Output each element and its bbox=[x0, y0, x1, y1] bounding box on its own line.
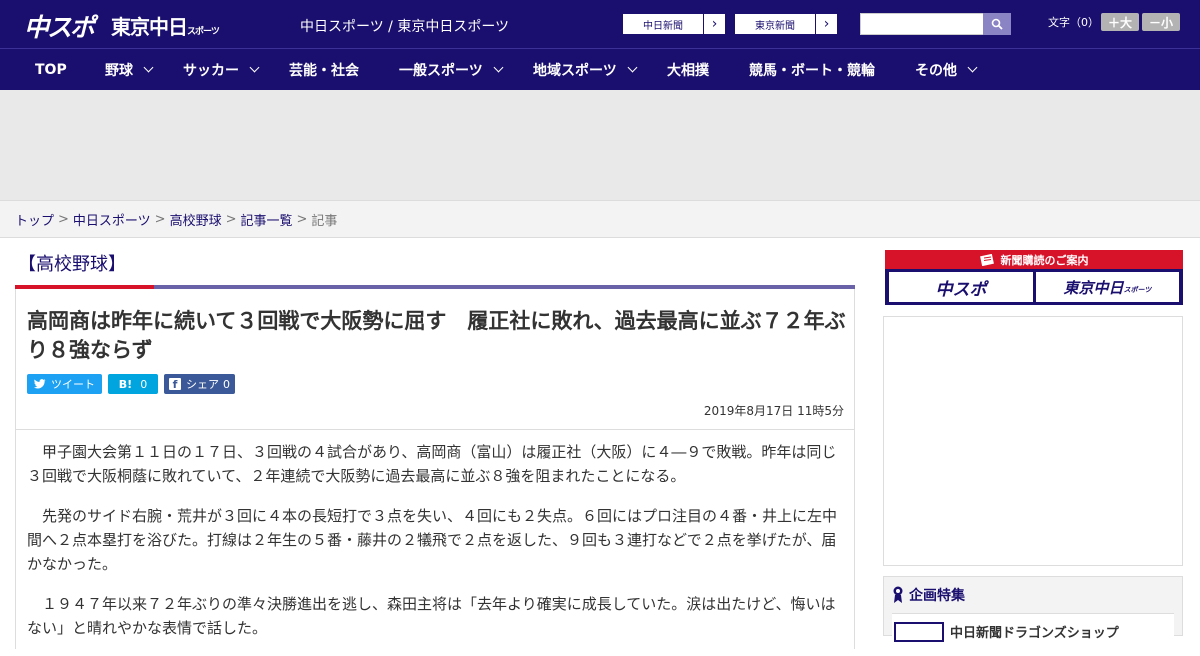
breadcrumb-high-school-baseball[interactable]: 高校野球 bbox=[170, 210, 222, 229]
feature-section-title-text: 企画特集 bbox=[909, 588, 965, 604]
feature-section-title: 企画特集 bbox=[892, 585, 965, 605]
subscribe-tokyo-chunichi-small: スポーツ bbox=[1123, 286, 1152, 294]
hatena-bookmark-button[interactable]: B! 0 bbox=[108, 374, 158, 394]
nav-general-sports[interactable]: 一般スポーツ bbox=[399, 49, 504, 90]
tweet-button[interactable]: ツイート bbox=[27, 374, 102, 394]
facebook-share-button[interactable]: f シェア 0 bbox=[164, 374, 235, 394]
article-paragraph: 甲子園大会第１１日の１７日、３回戦の４試合があり、高岡商（富山）は履正社（大阪）… bbox=[27, 443, 837, 485]
tokyo-shimbun-label: 東京新聞 bbox=[755, 20, 795, 32]
chevron-down-icon bbox=[493, 62, 504, 73]
hatena-count: 0 bbox=[140, 377, 148, 391]
facebook-icon: f bbox=[169, 378, 181, 391]
search-input[interactable] bbox=[860, 13, 984, 35]
chevron-down-icon bbox=[967, 62, 978, 73]
nav-soccer[interactable]: サッカー bbox=[183, 49, 260, 90]
chevron-down-icon bbox=[249, 62, 260, 73]
breadcrumb-current: 記事 bbox=[311, 213, 338, 229]
search-icon bbox=[991, 18, 1003, 30]
subscribe-chuspo-button[interactable]: 中スポ bbox=[889, 272, 1033, 302]
subscription-promo-title: 新聞購読のご案内 bbox=[1000, 253, 1089, 267]
ad-banner-top bbox=[0, 90, 1200, 200]
tokyo-chunichi-logo-text: 東京中日 bbox=[111, 15, 188, 39]
article-category: 【高校野球】 bbox=[18, 254, 126, 275]
site-title: 中日スポーツ / 東京中日スポーツ bbox=[300, 19, 510, 35]
nav-label: その他 bbox=[915, 62, 957, 79]
feature-thumbnail bbox=[894, 622, 944, 642]
chevron-right-icon: › bbox=[703, 14, 725, 34]
font-size-label: 文字（0） bbox=[1048, 16, 1099, 29]
font-larger-button[interactable]: ＋大 bbox=[1101, 13, 1139, 31]
breadcrumb-separator: > bbox=[154, 211, 166, 227]
nav-top[interactable]: TOP bbox=[35, 49, 67, 90]
subscribe-tokyo-chunichi-button[interactable]: 東京中日 スポーツ bbox=[1036, 272, 1179, 302]
breadcrumb-separator: > bbox=[296, 211, 308, 227]
nav-baseball[interactable]: 野球 bbox=[105, 49, 154, 90]
article-paragraph: 先発のサイド右腕・荒井が３回に４本の長短打で３点を失い、４回にも２失点。６回には… bbox=[27, 507, 838, 573]
breadcrumb-separator: > bbox=[225, 211, 237, 227]
nav-racing[interactable]: 競馬・ボート・競輪 bbox=[749, 49, 875, 90]
feature-item-title: 中日新聞ドラゴンズショップ bbox=[950, 626, 1119, 641]
article-date: 2019年8月17日 11時5分 bbox=[703, 404, 844, 418]
newspaper-icon bbox=[979, 253, 994, 266]
subscribe-tokyo-chunichi-label: 東京中日 bbox=[1063, 278, 1124, 297]
tokyo-chunichi-logo[interactable]: 東京中日スポーツ bbox=[111, 11, 220, 40]
article-headline: 高岡商は昨年に続いて３回戦で大阪勢に屈す 履正社に敗れ、過去最高に並ぶ７２年ぶり… bbox=[27, 309, 846, 362]
nav-label: 芸能・社会 bbox=[289, 62, 359, 79]
nav-label: 野球 bbox=[105, 62, 133, 79]
chevron-down-icon bbox=[627, 62, 638, 73]
chunichi-shimbun-link[interactable]: 中日新聞 › bbox=[622, 13, 726, 35]
feature-section: 企画特集 中日新聞ドラゴンズショップ bbox=[883, 576, 1183, 643]
nav-label: 競馬・ボート・競輪 bbox=[749, 62, 875, 79]
nav-entertainment[interactable]: 芸能・社会 bbox=[289, 49, 359, 90]
chevron-right-icon: › bbox=[815, 14, 837, 34]
tokyo-chunichi-logo-small: スポーツ bbox=[187, 27, 220, 37]
breadcrumb-article-list[interactable]: 記事一覧 bbox=[241, 210, 293, 229]
nav-other[interactable]: その他 bbox=[915, 49, 978, 90]
article-body: 甲子園大会第１１日の１７日、３回戦の４試合があり、高岡商（富山）は履正社（大阪）… bbox=[27, 440, 845, 656]
tokyo-shimbun-link[interactable]: 東京新聞 › bbox=[734, 13, 838, 35]
ribbon-icon bbox=[893, 586, 903, 603]
hatena-icon: B! bbox=[118, 377, 133, 391]
facebook-share-label: シェア bbox=[186, 378, 219, 391]
nav-label: サッカー bbox=[183, 62, 239, 79]
article-paragraph: １９４７年以来７２年ぶりの準々決勝進出を逃し、森田主将は「去年より確実に成長して… bbox=[27, 595, 836, 637]
feature-item[interactable]: 中日新聞ドラゴンズショップ bbox=[892, 613, 1174, 643]
main-nav: TOP 野球 サッカー 芸能・社会 一般スポーツ 地域スポーツ 大相撲 競馬・ボ… bbox=[0, 48, 1200, 90]
nav-sumo[interactable]: 大相撲 bbox=[667, 49, 709, 90]
subscription-promo-header[interactable]: 新聞購読のご案内 bbox=[885, 250, 1183, 269]
breadcrumb-home[interactable]: トップ bbox=[15, 210, 54, 229]
breadcrumb: トップ > 中日スポーツ > 高校野球 > 記事一覧 > 記事 bbox=[0, 200, 1200, 238]
article-divider bbox=[16, 429, 854, 430]
breadcrumb-chunichi-sports[interactable]: 中日スポーツ bbox=[73, 210, 151, 229]
subscription-promo: 新聞購読のご案内 中スポ 東京中日 スポーツ bbox=[885, 250, 1183, 305]
twitter-icon bbox=[34, 379, 46, 389]
nav-local-sports[interactable]: 地域スポーツ bbox=[533, 49, 638, 90]
breadcrumb-separator: > bbox=[58, 211, 69, 227]
nav-label: 地域スポーツ bbox=[533, 62, 617, 79]
chuspo-logo[interactable]: 中スポ bbox=[24, 8, 95, 44]
nav-label: 一般スポーツ bbox=[399, 62, 483, 79]
top-header: 中スポ 東京中日スポーツ 中日スポーツ / 東京中日スポーツ 中日新聞 › 東京… bbox=[0, 0, 1200, 48]
search-button[interactable] bbox=[983, 13, 1011, 35]
facebook-share-count: 0 bbox=[223, 377, 230, 391]
tweet-label: ツイート bbox=[51, 378, 95, 391]
chevron-down-icon bbox=[143, 62, 154, 73]
ad-sidebar bbox=[883, 316, 1183, 566]
nav-label: 大相撲 bbox=[667, 62, 709, 79]
article-container: 高岡商は昨年に続いて３回戦で大阪勢に屈す 履正社に敗れ、過去最高に並ぶ７２年ぶり… bbox=[15, 289, 855, 649]
font-smaller-button[interactable]: －小 bbox=[1142, 13, 1180, 31]
chunichi-shimbun-label: 中日新聞 bbox=[643, 20, 683, 32]
nav-label: TOP bbox=[35, 61, 67, 78]
